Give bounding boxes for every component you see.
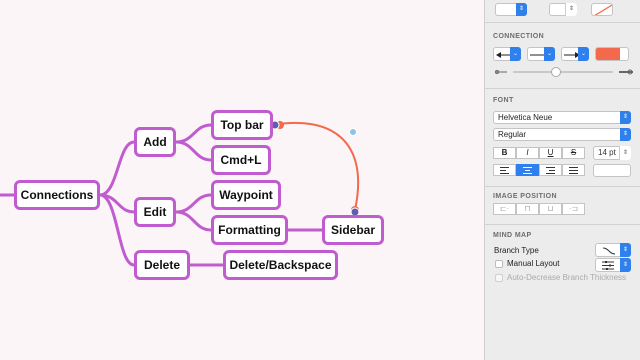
align-justify-button[interactable]	[562, 164, 585, 176]
connection-thickness-slider[interactable]	[513, 67, 613, 77]
node-edit[interactable]: Edit	[134, 197, 176, 227]
node-cmd-l[interactable]: Cmd+L	[211, 145, 271, 175]
slider-knob[interactable]	[551, 67, 561, 77]
sliders-icon	[602, 261, 614, 270]
connection-section-title: CONNECTION	[493, 33, 545, 40]
font-family-value: Helvetica Neue	[498, 113, 553, 122]
node-formatting[interactable]: Formatting	[211, 215, 288, 245]
image-bottom-button[interactable]: ⊔	[539, 203, 562, 215]
connection-color-swatch	[596, 48, 620, 60]
align-justify-icon	[569, 167, 578, 174]
font-size-value: 14 pt	[598, 148, 616, 157]
italic-button[interactable]: I	[516, 147, 539, 159]
connection-line	[272, 121, 360, 211]
branch-type-label: Branch Type	[494, 246, 539, 255]
popup-chevron-icon: ⇕	[620, 243, 631, 257]
thin-line-icon	[495, 70, 507, 74]
auto-decrease-checkbox[interactable]	[495, 274, 503, 282]
node-waypoint[interactable]: Waypoint	[211, 180, 281, 210]
strikethrough-button[interactable]: S	[562, 147, 585, 159]
curved-branch-icon	[602, 247, 616, 255]
image-right-button[interactable]: ·⊐	[562, 203, 585, 215]
image-left-button[interactable]: ⊏·	[493, 203, 516, 215]
font-style-popup[interactable]: Regular ⇕	[493, 128, 631, 141]
font-color-well[interactable]	[593, 164, 631, 177]
connection-color-well[interactable]	[595, 47, 629, 61]
align-center-icon	[523, 167, 532, 174]
align-right-icon	[546, 167, 555, 174]
node-add[interactable]: Add	[134, 127, 176, 157]
popup-chevron-icon: ⇕	[620, 128, 631, 141]
mind-map-section-title: MIND MAP	[493, 232, 532, 239]
popup-chevron-icon: ⇕	[620, 258, 631, 272]
node-top-bar[interactable]: Top bar	[211, 110, 273, 140]
stroke-width-field[interactable]: ⇕	[495, 3, 527, 16]
connection-end-style-popup[interactable]: ⌄	[561, 47, 589, 61]
popup-chevron-icon: ⌄	[544, 47, 555, 61]
image-top-button[interactable]: ⊓	[516, 203, 539, 215]
align-left-button[interactable]	[493, 164, 516, 176]
node-sidebar[interactable]: Sidebar	[322, 215, 384, 245]
font-style-value: Regular	[498, 130, 527, 139]
align-left-icon	[500, 167, 509, 174]
node-connections[interactable]: Connections	[14, 180, 100, 210]
underline-button[interactable]: U	[539, 147, 562, 159]
popup-chevron-icon: ⌄	[510, 47, 521, 61]
auto-decrease-label: Auto-Decrease Branch Thickness	[507, 273, 627, 282]
inspector-sidebar: ⇕ ⇕ CONNECTION ⌄ ⌄ ⌄ FONT Helvetica Neue…	[484, 0, 640, 360]
font-section-title: FONT	[493, 97, 514, 104]
stepper-icon[interactable]: ⇕	[565, 3, 577, 16]
node-delete-backspace[interactable]: Delete/Backspace	[223, 250, 338, 280]
line-color-well[interactable]	[591, 3, 613, 16]
node-delete[interactable]: Delete	[134, 250, 190, 280]
image-position-section-title: IMAGE POSITION	[493, 193, 557, 200]
font-size-field[interactable]: 14 pt ⇕	[593, 146, 631, 160]
align-center-button[interactable]	[516, 164, 539, 176]
connection-waypoint-handle	[349, 128, 357, 136]
manual-layout-label: Manual Layout	[507, 259, 560, 268]
popup-chevron-icon: ⌄	[578, 47, 589, 61]
layout-options-popup[interactable]: ⇕	[595, 258, 631, 272]
bold-button[interactable]: B	[493, 147, 516, 159]
branch-type-popup[interactable]: ⇕	[595, 243, 631, 257]
stroke-size-field[interactable]: ⇕	[549, 3, 577, 16]
popup-chevron-icon: ⇕	[620, 111, 631, 124]
thick-line-icon	[619, 69, 633, 75]
stepper-icon[interactable]: ⇕	[516, 3, 527, 16]
manual-layout-checkbox[interactable]	[495, 260, 503, 268]
stepper-icon[interactable]: ⇕	[619, 146, 631, 160]
mindmap-canvas[interactable]: Connections Add Edit Delete Top bar Cmd+…	[0, 0, 484, 360]
connection-line-style-popup[interactable]: ⌄	[527, 47, 555, 61]
align-right-button[interactable]	[539, 164, 562, 176]
no-color-icon	[594, 4, 612, 15]
connection-start-style-popup[interactable]: ⌄	[493, 47, 521, 61]
font-family-popup[interactable]: Helvetica Neue ⇕	[493, 111, 631, 124]
